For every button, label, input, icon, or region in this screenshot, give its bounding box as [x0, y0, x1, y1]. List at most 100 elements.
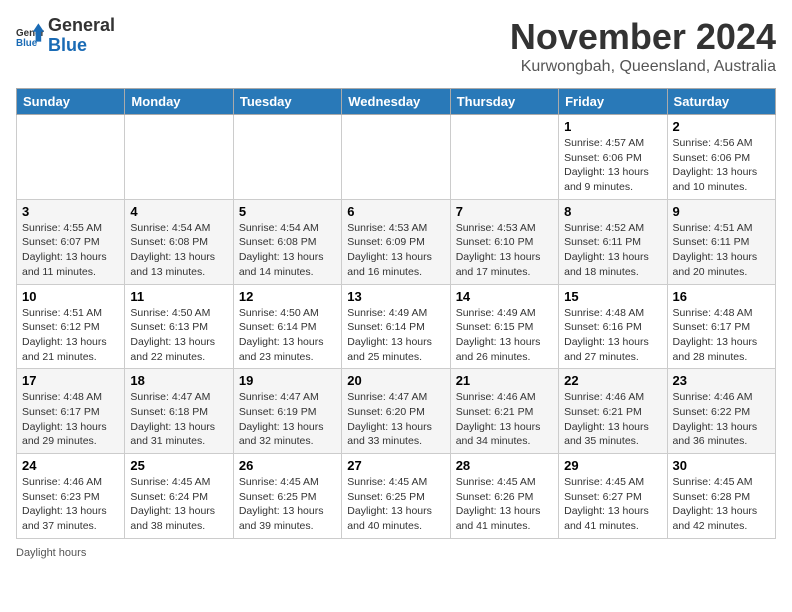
weekday-header-wednesday: Wednesday — [342, 89, 450, 115]
day-info: Sunrise: 4:46 AM Sunset: 6:22 PM Dayligh… — [673, 390, 770, 449]
day-number: 24 — [22, 458, 119, 473]
day-info: Sunrise: 4:57 AM Sunset: 6:06 PM Dayligh… — [564, 136, 661, 195]
calendar-cell — [125, 115, 233, 200]
calendar-cell: 26 Sunrise: 4:45 AM Sunset: 6:25 PM Dayli… — [233, 454, 341, 539]
day-number: 8 — [564, 204, 661, 219]
day-info: Sunrise: 4:45 AM Sunset: 6:28 PM Dayligh… — [673, 475, 770, 534]
calendar-cell: 23 Sunrise: 4:46 AM Sunset: 6:22 PM Dayli… — [667, 369, 775, 454]
day-number: 16 — [673, 289, 770, 304]
day-number: 25 — [130, 458, 227, 473]
day-number: 29 — [564, 458, 661, 473]
calendar-cell: 22Sunrise: 4:46 AM Sunset: 6:21 PM Dayli… — [559, 369, 667, 454]
calendar-cell: 13 Sunrise: 4:49 AM Sunset: 6:14 PM Dayli… — [342, 284, 450, 369]
day-number: 27 — [347, 458, 444, 473]
day-number: 10 — [22, 289, 119, 304]
calendar-cell: 8 Sunrise: 4:52 AM Sunset: 6:11 PM Daylig… — [559, 199, 667, 284]
svg-text:Blue: Blue — [16, 38, 38, 49]
day-info: Sunrise: 4:46 AM Sunset: 6:23 PM Dayligh… — [22, 475, 119, 534]
day-info: Sunrise: 4:51 AM Sunset: 6:11 PM Dayligh… — [673, 221, 770, 280]
day-info: Sunrise: 4:49 AM Sunset: 6:14 PM Dayligh… — [347, 306, 444, 365]
weekday-header-monday: Monday — [125, 89, 233, 115]
day-number: 30 — [673, 458, 770, 473]
calendar-cell: 20 Sunrise: 4:47 AM Sunset: 6:20 PM Dayli… — [342, 369, 450, 454]
calendar-cell: 14Sunrise: 4:49 AM Sunset: 6:15 PM Dayli… — [450, 284, 558, 369]
calendar-table: SundayMondayTuesdayWednesdayThursdayFrid… — [16, 88, 776, 539]
day-number: 5 — [239, 204, 336, 219]
day-info: Sunrise: 4:45 AM Sunset: 6:25 PM Dayligh… — [239, 475, 336, 534]
calendar-cell — [233, 115, 341, 200]
calendar-cell: 3 Sunrise: 4:55 AM Sunset: 6:07 PM Daylig… — [17, 199, 125, 284]
calendar-cell: 1 Sunrise: 4:57 AM Sunset: 6:06 PM Daylig… — [559, 115, 667, 200]
calendar-cell: 29Sunrise: 4:45 AM Sunset: 6:27 PM Dayli… — [559, 454, 667, 539]
calendar-cell: 21 Sunrise: 4:46 AM Sunset: 6:21 PM Dayli… — [450, 369, 558, 454]
calendar-cell: 11 Sunrise: 4:50 AM Sunset: 6:13 PM Dayli… — [125, 284, 233, 369]
logo: General Blue General Blue — [16, 16, 115, 56]
day-info: Sunrise: 4:54 AM Sunset: 6:08 PM Dayligh… — [239, 221, 336, 280]
footer: Daylight hours — [16, 547, 776, 559]
calendar-cell: 30 Sunrise: 4:45 AM Sunset: 6:28 PM Dayli… — [667, 454, 775, 539]
day-number: 4 — [130, 204, 227, 219]
calendar-cell: 6Sunrise: 4:53 AM Sunset: 6:09 PM Daylig… — [342, 199, 450, 284]
calendar-cell: 28Sunrise: 4:45 AM Sunset: 6:26 PM Dayli… — [450, 454, 558, 539]
calendar-cell: 17 Sunrise: 4:48 AM Sunset: 6:17 PM Dayli… — [17, 369, 125, 454]
daylight-label: Daylight hours — [16, 547, 86, 559]
calendar-cell — [17, 115, 125, 200]
day-info: Sunrise: 4:49 AM Sunset: 6:15 PM Dayligh… — [456, 306, 553, 365]
calendar-cell: 16 Sunrise: 4:48 AM Sunset: 6:17 PM Dayli… — [667, 284, 775, 369]
calendar-cell: 12Sunrise: 4:50 AM Sunset: 6:14 PM Dayli… — [233, 284, 341, 369]
weekday-header-sunday: Sunday — [17, 89, 125, 115]
week-row-1: 1 Sunrise: 4:57 AM Sunset: 6:06 PM Daylig… — [17, 115, 776, 200]
day-info: Sunrise: 4:51 AM Sunset: 6:12 PM Dayligh… — [22, 306, 119, 365]
day-number: 6 — [347, 204, 444, 219]
logo-blue-text: Blue — [48, 36, 115, 56]
calendar-cell: 5 Sunrise: 4:54 AM Sunset: 6:08 PM Daylig… — [233, 199, 341, 284]
day-info: Sunrise: 4:46 AM Sunset: 6:21 PM Dayligh… — [456, 390, 553, 449]
calendar-cell — [342, 115, 450, 200]
day-info: Sunrise: 4:52 AM Sunset: 6:11 PM Dayligh… — [564, 221, 661, 280]
month-title: November 2024 — [510, 16, 776, 58]
day-info: Sunrise: 4:47 AM Sunset: 6:18 PM Dayligh… — [130, 390, 227, 449]
day-info: Sunrise: 4:56 AM Sunset: 6:06 PM Dayligh… — [673, 136, 770, 195]
weekday-header-thursday: Thursday — [450, 89, 558, 115]
day-number: 21 — [456, 373, 553, 388]
day-number: 1 — [564, 119, 661, 134]
day-number: 3 — [22, 204, 119, 219]
weekday-header-saturday: Saturday — [667, 89, 775, 115]
day-info: Sunrise: 4:54 AM Sunset: 6:08 PM Dayligh… — [130, 221, 227, 280]
day-info: Sunrise: 4:48 AM Sunset: 6:17 PM Dayligh… — [22, 390, 119, 449]
week-row-5: 24 Sunrise: 4:46 AM Sunset: 6:23 PM Dayli… — [17, 454, 776, 539]
calendar-cell: 25 Sunrise: 4:45 AM Sunset: 6:24 PM Dayli… — [125, 454, 233, 539]
page-header: General Blue General Blue November 2024 … — [16, 16, 776, 76]
day-info: Sunrise: 4:53 AM Sunset: 6:10 PM Dayligh… — [456, 221, 553, 280]
day-info: Sunrise: 4:55 AM Sunset: 6:07 PM Dayligh… — [22, 221, 119, 280]
day-info: Sunrise: 4:50 AM Sunset: 6:13 PM Dayligh… — [130, 306, 227, 365]
day-number: 13 — [347, 289, 444, 304]
day-info: Sunrise: 4:48 AM Sunset: 6:17 PM Dayligh… — [673, 306, 770, 365]
day-info: Sunrise: 4:45 AM Sunset: 6:26 PM Dayligh… — [456, 475, 553, 534]
day-info: Sunrise: 4:47 AM Sunset: 6:19 PM Dayligh… — [239, 390, 336, 449]
weekday-header-tuesday: Tuesday — [233, 89, 341, 115]
logo-icon: General Blue — [16, 22, 44, 50]
calendar-cell: 15Sunrise: 4:48 AM Sunset: 6:16 PM Dayli… — [559, 284, 667, 369]
calendar-cell: 19 Sunrise: 4:47 AM Sunset: 6:19 PM Dayli… — [233, 369, 341, 454]
day-info: Sunrise: 4:45 AM Sunset: 6:24 PM Dayligh… — [130, 475, 227, 534]
weekday-header-row: SundayMondayTuesdayWednesdayThursdayFrid… — [17, 89, 776, 115]
calendar-cell: 27Sunrise: 4:45 AM Sunset: 6:25 PM Dayli… — [342, 454, 450, 539]
calendar-cell: 2Sunrise: 4:56 AM Sunset: 6:06 PM Daylig… — [667, 115, 775, 200]
logo-general-text: General — [48, 16, 115, 36]
calendar-cell: 10 Sunrise: 4:51 AM Sunset: 6:12 PM Dayli… — [17, 284, 125, 369]
calendar-cell: 4 Sunrise: 4:54 AM Sunset: 6:08 PM Daylig… — [125, 199, 233, 284]
day-number: 26 — [239, 458, 336, 473]
calendar-cell — [450, 115, 558, 200]
title-block: November 2024 Kurwongbah, Queensland, Au… — [510, 16, 776, 76]
day-number: 20 — [347, 373, 444, 388]
day-number: 19 — [239, 373, 336, 388]
day-info: Sunrise: 4:47 AM Sunset: 6:20 PM Dayligh… — [347, 390, 444, 449]
day-number: 9 — [673, 204, 770, 219]
calendar-cell: 24 Sunrise: 4:46 AM Sunset: 6:23 PM Dayli… — [17, 454, 125, 539]
week-row-2: 3 Sunrise: 4:55 AM Sunset: 6:07 PM Daylig… — [17, 199, 776, 284]
day-number: 17 — [22, 373, 119, 388]
day-number: 23 — [673, 373, 770, 388]
day-number: 11 — [130, 289, 227, 304]
calendar-cell: 18Sunrise: 4:47 AM Sunset: 6:18 PM Dayli… — [125, 369, 233, 454]
